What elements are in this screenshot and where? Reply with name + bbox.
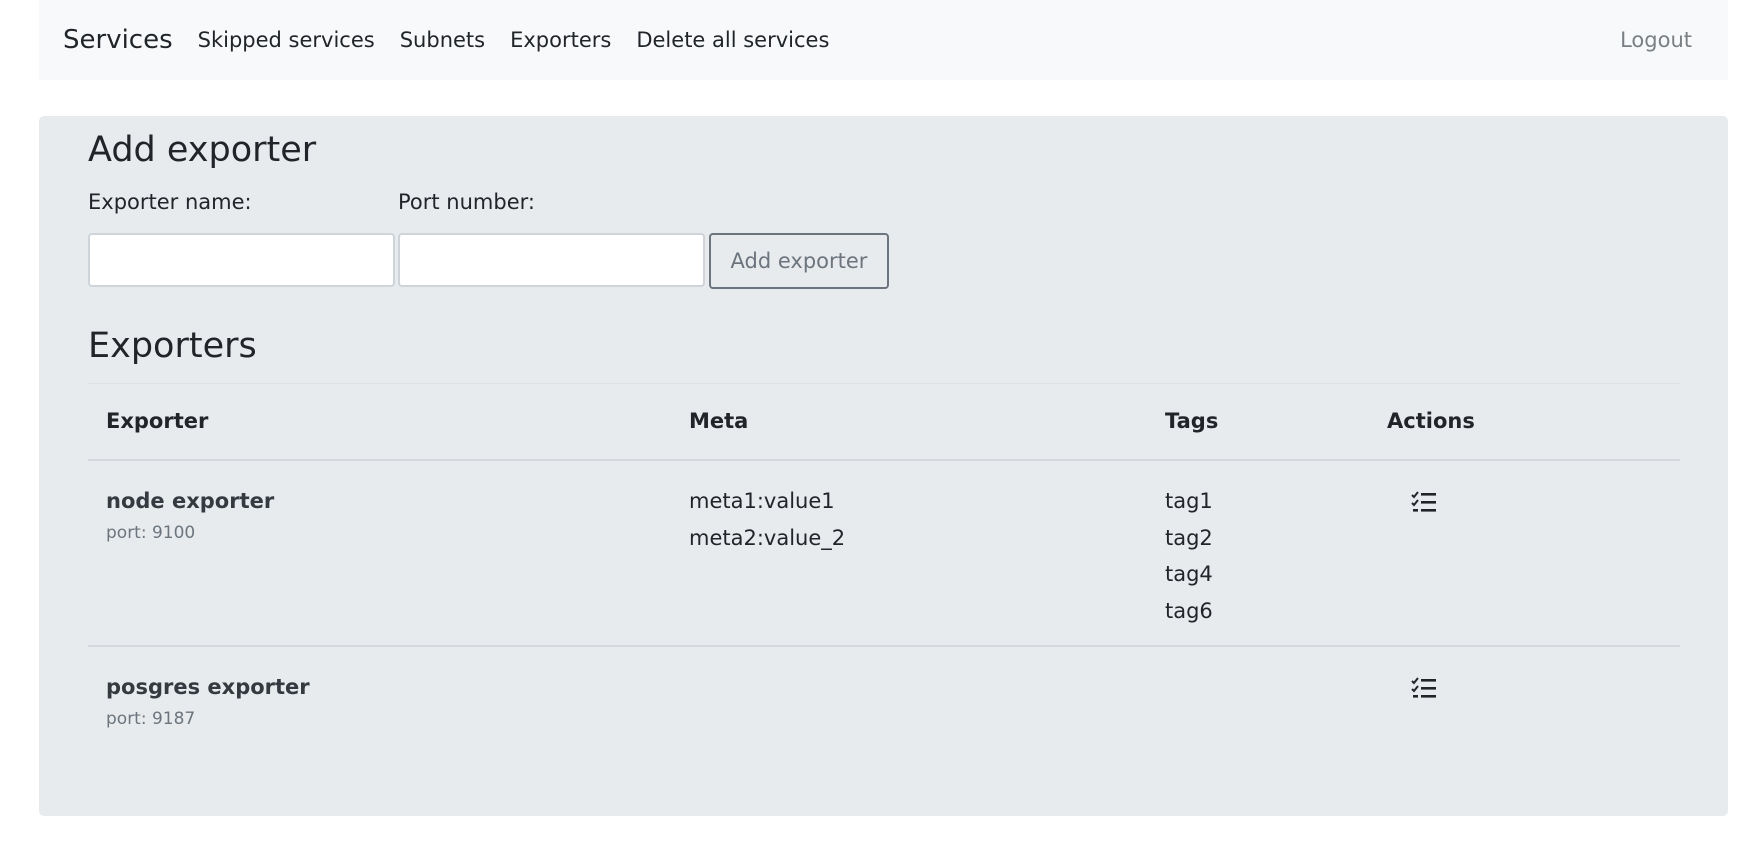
exporter-name-label: Exporter name: xyxy=(88,190,252,214)
add-exporter-button[interactable]: Add exporter xyxy=(709,233,889,289)
exporter-port: port: 9187 xyxy=(106,709,196,729)
meta-cell: meta1:value1 meta2:value_2 xyxy=(689,483,845,556)
table-header: Exporter Meta Tags Actions xyxy=(88,384,1680,461)
column-header-exporter: Exporter xyxy=(106,409,209,433)
meta-item: meta2:value_2 xyxy=(689,525,846,550)
nav-link-delete-all-services[interactable]: Delete all services xyxy=(636,28,829,52)
meta-item: meta1:value1 xyxy=(689,489,835,513)
brand-link[interactable]: Services xyxy=(63,25,173,55)
exporters-panel: Add exporter Exporter name: Port number:… xyxy=(39,116,1728,816)
nav-link-exporters[interactable]: Exporters xyxy=(510,28,611,52)
exporter-name: node exporter xyxy=(106,489,275,513)
exporter-cell: node exporter port: 9100 xyxy=(106,483,274,543)
exporter-cell: posgres exporter port: 9187 xyxy=(106,669,310,729)
nav-links: Skipped services Subnets Exporters Delet… xyxy=(189,28,846,52)
exporters-heading: Exporters xyxy=(88,326,257,366)
add-exporter-heading: Add exporter xyxy=(88,130,317,170)
table-row: node exporter port: 9100 meta1:value1 me… xyxy=(88,461,1680,647)
tag-item: tag6 xyxy=(1165,598,1213,623)
column-header-actions: Actions xyxy=(1387,409,1475,433)
exporter-name: posgres exporter xyxy=(106,675,310,699)
nav-link-subnets[interactable]: Subnets xyxy=(400,28,485,52)
tag-item: tag2 xyxy=(1165,525,1213,550)
exporter-name-input[interactable] xyxy=(88,233,395,287)
logout-link[interactable]: Logout xyxy=(1620,28,1692,52)
column-header-tags: Tags xyxy=(1165,409,1219,433)
checklist-icon[interactable] xyxy=(1411,491,1437,517)
checklist-icon[interactable] xyxy=(1411,677,1437,703)
navbar: Services Skipped services Subnets Export… xyxy=(39,0,1728,80)
exporters-table: Exporter Meta Tags Actions node exporter… xyxy=(88,383,1680,787)
port-number-label: Port number: xyxy=(398,190,535,214)
port-number-input[interactable] xyxy=(398,233,705,287)
nav-link-skipped-services[interactable]: Skipped services xyxy=(198,28,375,52)
table-row: posgres exporter port: 9187 xyxy=(88,647,1680,787)
tag-item: tag1 xyxy=(1165,489,1213,513)
tag-item: tag4 xyxy=(1165,562,1213,586)
column-header-meta: Meta xyxy=(689,409,749,433)
tags-cell: tag1 tag2 tag4 tag6 xyxy=(1165,483,1213,629)
exporter-port: port: 9100 xyxy=(106,523,196,543)
